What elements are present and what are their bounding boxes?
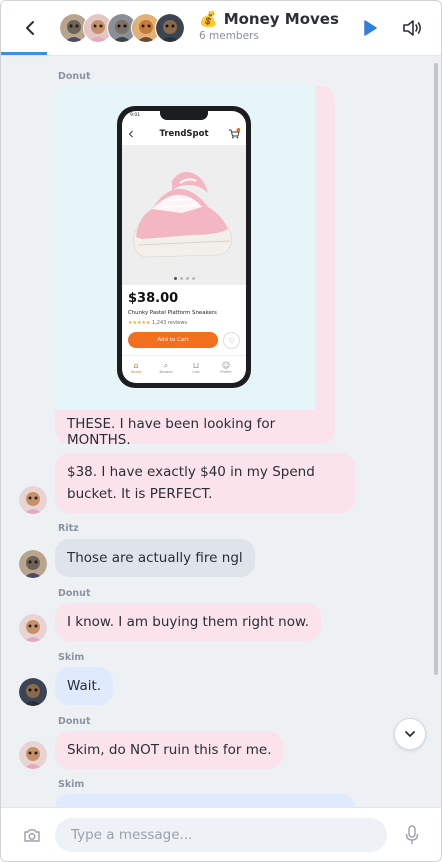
message-text: $38. I have exactly $40 in my Spend [67, 464, 315, 480]
shop-tab-home: ⌂ Home [124, 361, 148, 374]
speaker-icon [403, 20, 422, 36]
star-rating: ★★★★★ [128, 320, 151, 326]
chat-title-area[interactable]: 💰 Money Moves 6 members [199, 10, 339, 42]
message-bubble[interactable]: I know. I am buying them right now. [55, 603, 322, 641]
phone-screen: 9:01 TrendSpot $38.00 Chunky Pastel Plat… [122, 111, 246, 383]
avatar[interactable] [19, 741, 47, 769]
scrollbar-thumb[interactable] [434, 63, 438, 675]
message-text: bucket. It is PERFECT. [67, 486, 213, 502]
money-bag-icon: 💰 [199, 10, 218, 28]
sender-name: Skim [58, 779, 85, 790]
sender-name: Donut [58, 71, 91, 82]
message-text: Those are actually fire ngl [67, 550, 243, 566]
sender-name: Ritz [58, 523, 79, 534]
chat-header: 💰 Money Moves 6 members [1, 1, 441, 56]
heart-icon: ♡ [223, 332, 240, 349]
avatar[interactable] [19, 678, 47, 706]
back-button[interactable] [15, 13, 45, 43]
status-time: 9:01 [130, 113, 141, 118]
phone-notch [160, 111, 208, 120]
message-bubble[interactable]: Skim, do NOT ruin this for me. [55, 731, 284, 769]
message-bubble[interactable]: Wait. [55, 667, 114, 705]
shop-tab-cart: ⊔ Cart [184, 361, 208, 374]
microphone-icon [405, 825, 419, 844]
shop-tab-bar: ⌂ Home ⌕ Browse ⊔ Cart ☺ Profile [122, 355, 246, 380]
rating: ★★★★★ 1,243 reviews [128, 320, 187, 326]
avatar[interactable] [19, 486, 47, 514]
camera-icon [24, 828, 40, 842]
product-image [122, 145, 246, 285]
shared-screenshot[interactable]: 9:01 TrendSpot $38.00 Chunky Pastel Plat… [55, 86, 315, 410]
search-icon: ⌕ [163, 361, 169, 370]
product-price: $38.00 [128, 291, 179, 306]
sneaker-image [133, 172, 233, 258]
message-bubble[interactable]: Those are actually fire ngl [55, 539, 255, 577]
message-text: THESE. I have been looking for MONTHS. [67, 416, 276, 444]
user-icon: ☺ [221, 361, 231, 370]
play-icon [364, 20, 377, 36]
message-composer [1, 807, 441, 861]
cart-icon: ⊔ [192, 361, 200, 370]
page-title: 💰 Money Moves [199, 10, 339, 28]
play-button[interactable] [361, 19, 379, 37]
avatar[interactable] [19, 550, 47, 578]
message-text: I know. I am buying them right now. [67, 614, 310, 630]
back-tab-indicator [1, 52, 47, 55]
chevron-down-icon [405, 731, 415, 737]
camera-button[interactable] [19, 822, 45, 848]
message-bubble[interactable]: $38. I have exactly $40 in my Spend buck… [55, 453, 355, 513]
message-input[interactable] [55, 818, 387, 852]
shop-tab-profile: ☺ Profile [214, 361, 238, 374]
microphone-button[interactable] [401, 822, 423, 848]
scroll-to-bottom-button[interactable] [394, 718, 426, 750]
sender-name: Donut [58, 588, 91, 599]
member-count: 6 members [199, 30, 259, 42]
sound-button[interactable] [402, 18, 424, 38]
sender-name: Skim [58, 652, 85, 663]
avatar [155, 13, 185, 43]
shop-tab-browse: ⌕ Browse [154, 361, 178, 374]
avatar[interactable] [19, 614, 47, 642]
message-text: Skim, do NOT ruin this for me. [67, 742, 272, 758]
sender-name: Donut [58, 716, 91, 727]
phone-mockup: 9:01 TrendSpot $38.00 Chunky Pastel Plat… [117, 106, 251, 388]
chat-title: Money Moves [223, 10, 339, 28]
product-name: Chunky Pastel Platform Sneakers [128, 310, 217, 316]
review-count: 1,243 reviews [152, 320, 188, 326]
carousel-dots [174, 277, 195, 280]
chat-window: 💰 Money Moves 6 members Donut 9:01 Trend… [0, 0, 442, 862]
home-icon: ⌂ [133, 361, 139, 370]
image-message[interactable]: 9:01 TrendSpot $38.00 Chunky Pastel Plat… [55, 86, 335, 444]
cart-icon [229, 128, 240, 139]
chevron-left-icon [26, 21, 34, 35]
add-to-cart-button: Add to Cart [128, 332, 218, 348]
message-text: Wait. [67, 678, 102, 694]
